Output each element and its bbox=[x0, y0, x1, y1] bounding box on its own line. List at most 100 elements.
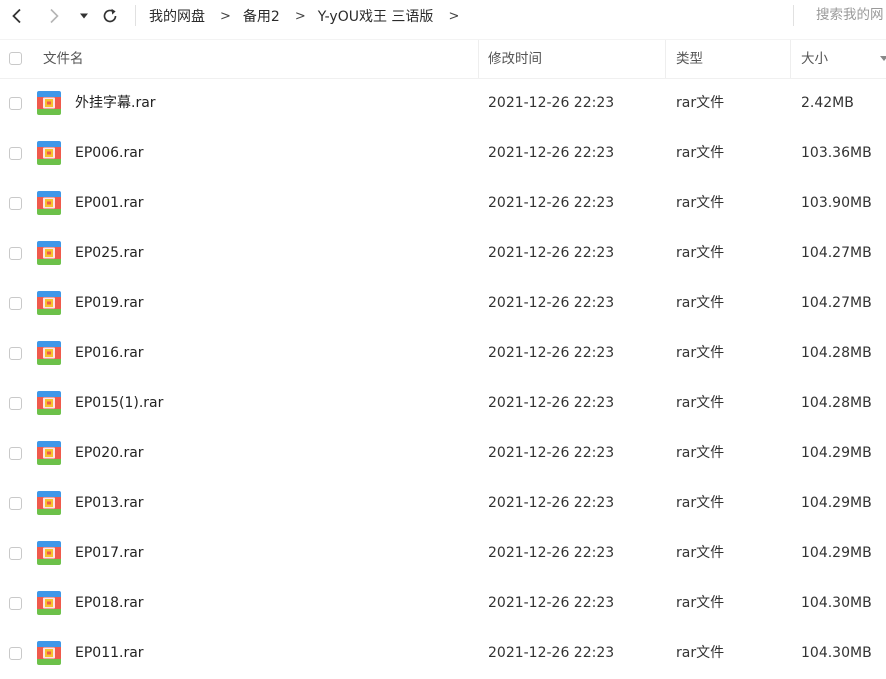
file-name[interactable]: EP017.rar bbox=[75, 528, 144, 579]
file-type: rar文件 bbox=[676, 95, 725, 111]
file-row[interactable]: EP006.rar 2021-12-26 22:23 rar文件 103.36M… bbox=[0, 128, 886, 178]
file-row[interactable]: EP019.rar 2021-12-26 22:23 rar文件 104.27M… bbox=[0, 278, 886, 328]
row-checkbox[interactable] bbox=[9, 597, 22, 610]
file-modified-time: 2021-12-26 22:23 bbox=[488, 145, 615, 161]
file-row[interactable]: EP013.rar 2021-12-26 22:23 rar文件 104.29M… bbox=[0, 478, 886, 528]
file-row[interactable]: EP018.rar 2021-12-26 22:23 rar文件 104.30M… bbox=[0, 578, 886, 628]
rar-archive-icon bbox=[37, 441, 61, 465]
breadcrumb-separator: > bbox=[294, 8, 306, 24]
rar-archive-icon bbox=[37, 491, 61, 515]
rar-archive-icon bbox=[37, 191, 61, 215]
row-checkbox[interactable] bbox=[9, 347, 22, 360]
row-checkbox[interactable] bbox=[9, 247, 22, 260]
file-row[interactable]: 外挂字幕.rar 2021-12-26 22:23 rar文件 2.42MB bbox=[0, 78, 886, 128]
file-name[interactable]: EP006.rar bbox=[75, 128, 144, 179]
breadcrumb-separator: > bbox=[220, 8, 231, 24]
file-type: rar文件 bbox=[676, 595, 725, 611]
breadcrumb-separator[interactable]: > bbox=[448, 9, 459, 24]
file-size: 104.29MB bbox=[801, 545, 872, 561]
breadcrumb-item-current[interactable]: Y-yOU戏王 三语版 bbox=[318, 6, 434, 26]
file-row[interactable]: EP001.rar 2021-12-26 22:23 rar文件 103.90M… bbox=[0, 178, 886, 228]
file-name[interactable]: 外挂字幕.rar bbox=[75, 78, 156, 129]
file-size: 104.29MB bbox=[801, 445, 872, 461]
file-type: rar文件 bbox=[676, 395, 725, 411]
column-divider[interactable] bbox=[478, 40, 479, 78]
file-modified-time: 2021-12-26 22:23 bbox=[488, 195, 615, 211]
breadcrumb-item-root[interactable]: 我的网盘 bbox=[149, 6, 205, 26]
rar-archive-icon bbox=[37, 91, 61, 115]
rar-archive-icon bbox=[37, 641, 61, 665]
rar-archive-icon bbox=[37, 241, 61, 265]
row-checkbox[interactable] bbox=[9, 197, 22, 210]
column-divider[interactable] bbox=[665, 40, 666, 78]
refresh-button[interactable] bbox=[100, 6, 120, 26]
file-row[interactable]: EP025.rar 2021-12-26 22:23 rar文件 104.27M… bbox=[0, 228, 886, 278]
file-list: 外挂字幕.rar 2021-12-26 22:23 rar文件 2.42MB E… bbox=[0, 78, 886, 678]
file-modified-time: 2021-12-26 22:23 bbox=[488, 545, 615, 561]
file-name[interactable]: EP011.rar bbox=[75, 628, 144, 679]
file-type: rar文件 bbox=[676, 495, 725, 511]
file-type: rar文件 bbox=[676, 145, 725, 161]
file-size: 104.30MB bbox=[801, 595, 872, 611]
row-checkbox[interactable] bbox=[9, 497, 22, 510]
file-size: 103.90MB bbox=[801, 195, 872, 211]
breadcrumb-item-folder[interactable]: 备用2 bbox=[243, 6, 280, 26]
rar-archive-icon bbox=[37, 291, 61, 315]
file-size: 104.27MB bbox=[801, 295, 872, 311]
file-row[interactable]: EP017.rar 2021-12-26 22:23 rar文件 104.29M… bbox=[0, 528, 886, 578]
file-row[interactable]: EP011.rar 2021-12-26 22:23 rar文件 104.30M… bbox=[0, 628, 886, 678]
file-row[interactable]: EP015(1).rar 2021-12-26 22:23 rar文件 104.… bbox=[0, 378, 886, 428]
row-checkbox[interactable] bbox=[9, 647, 22, 660]
chevron-right-icon bbox=[50, 8, 59, 24]
toolbar-divider bbox=[793, 5, 794, 26]
file-name[interactable]: EP016.rar bbox=[75, 328, 144, 379]
file-size: 104.30MB bbox=[801, 645, 872, 661]
file-name[interactable]: EP020.rar bbox=[75, 428, 144, 479]
forward-button[interactable] bbox=[44, 6, 64, 26]
file-name[interactable]: EP019.rar bbox=[75, 278, 144, 329]
file-modified-time: 2021-12-26 22:23 bbox=[488, 595, 615, 611]
row-checkbox[interactable] bbox=[9, 547, 22, 560]
row-checkbox[interactable] bbox=[9, 447, 22, 460]
file-name[interactable]: EP015(1).rar bbox=[75, 378, 163, 429]
file-name[interactable]: EP013.rar bbox=[75, 478, 144, 529]
file-size: 104.28MB bbox=[801, 345, 872, 361]
file-size: 104.27MB bbox=[801, 245, 872, 261]
file-size: 103.36MB bbox=[801, 145, 872, 161]
file-modified-time: 2021-12-26 22:23 bbox=[488, 345, 615, 361]
file-row[interactable]: EP020.rar 2021-12-26 22:23 rar文件 104.29M… bbox=[0, 428, 886, 478]
caret-down-icon bbox=[80, 13, 88, 19]
rar-archive-icon bbox=[37, 591, 61, 615]
sort-indicator-icon bbox=[880, 56, 886, 61]
history-dropdown-button[interactable] bbox=[77, 6, 91, 26]
toolbar-divider bbox=[135, 5, 136, 26]
column-divider[interactable] bbox=[790, 40, 791, 78]
back-button[interactable] bbox=[7, 6, 27, 26]
rar-archive-icon bbox=[37, 141, 61, 165]
file-type: rar文件 bbox=[676, 245, 725, 261]
file-type: rar文件 bbox=[676, 445, 725, 461]
file-size: 104.28MB bbox=[801, 395, 872, 411]
row-checkbox[interactable] bbox=[9, 147, 22, 160]
row-checkbox[interactable] bbox=[9, 397, 22, 410]
file-name[interactable]: EP025.rar bbox=[75, 228, 144, 279]
file-modified-time: 2021-12-26 22:23 bbox=[488, 295, 615, 311]
rar-archive-icon bbox=[37, 541, 61, 565]
select-all-checkbox[interactable] bbox=[9, 52, 22, 65]
file-name[interactable]: EP018.rar bbox=[75, 578, 144, 629]
breadcrumb: 我的网盘 > 备用2 > Y-yOU戏王 三语版 > bbox=[149, 6, 471, 26]
search-input[interactable] bbox=[810, 5, 886, 25]
column-header-type[interactable]: 类型 bbox=[676, 40, 703, 78]
file-type: rar文件 bbox=[676, 195, 725, 211]
column-header-modified[interactable]: 修改时间 bbox=[488, 40, 542, 78]
row-checkbox[interactable] bbox=[9, 297, 22, 310]
column-header-name[interactable]: 文件名 bbox=[43, 40, 84, 78]
row-checkbox[interactable] bbox=[9, 97, 22, 110]
file-modified-time: 2021-12-26 22:23 bbox=[488, 645, 615, 661]
file-name[interactable]: EP001.rar bbox=[75, 178, 144, 229]
file-row[interactable]: EP016.rar 2021-12-26 22:23 rar文件 104.28M… bbox=[0, 328, 886, 378]
file-type: rar文件 bbox=[676, 345, 725, 361]
file-type: rar文件 bbox=[676, 645, 725, 661]
file-list-header: 文件名 修改时间 类型 大小 bbox=[0, 39, 886, 79]
column-header-size[interactable]: 大小 bbox=[801, 40, 828, 78]
